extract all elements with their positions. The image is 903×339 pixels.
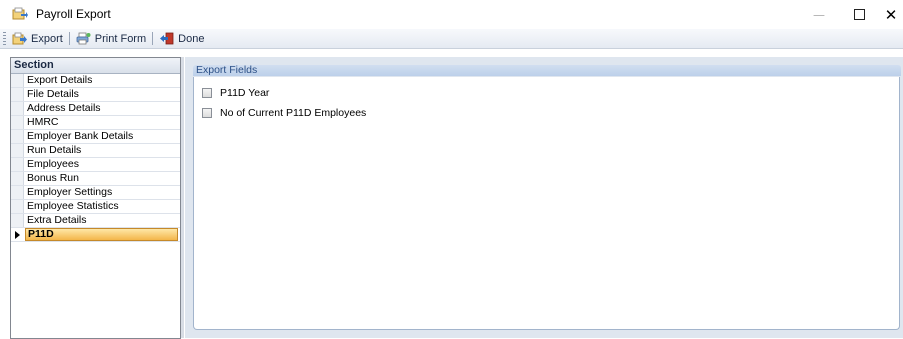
toolbar-grip[interactable] xyxy=(3,32,6,45)
minimize-icon: — xyxy=(813,7,825,22)
row-indicator xyxy=(11,158,24,171)
row-indicator xyxy=(11,74,24,87)
section-row-file-details[interactable]: File Details xyxy=(11,88,180,102)
section-row-hmrc[interactable]: HMRC xyxy=(11,116,180,130)
section-row-employer-bank-details[interactable]: Employer Bank Details xyxy=(11,130,180,144)
toolbar-separator xyxy=(68,32,70,45)
section-grid: Section Export Details File Details Addr… xyxy=(10,57,181,339)
row-indicator xyxy=(11,214,24,227)
close-button[interactable]: ✕ xyxy=(868,0,903,29)
row-indicator xyxy=(11,172,24,185)
row-indicator xyxy=(11,144,24,157)
p11d-year-label: P11D Year xyxy=(220,87,270,99)
done-button[interactable]: Done xyxy=(159,30,204,47)
export-fields-group: P11D Year No of Current P11D Employees xyxy=(193,77,900,330)
title-bar: Payroll Export — ✕ xyxy=(0,0,903,29)
maximize-icon xyxy=(853,9,865,20)
section-row-label: HMRC xyxy=(27,116,59,128)
toolbar-separator xyxy=(152,32,154,45)
done-label: Done xyxy=(178,32,205,45)
export-label: Export xyxy=(31,32,63,45)
row-indicator xyxy=(11,186,24,199)
current-p11d-employees-label: No of Current P11D Employees xyxy=(220,107,367,119)
section-row-extra-details[interactable]: Extra Details xyxy=(11,214,180,228)
section-row-label: Employer Settings xyxy=(27,186,113,198)
section-row-label: Employer Bank Details xyxy=(27,130,134,142)
section-row-address-details[interactable]: Address Details xyxy=(11,102,180,116)
section-row-label: Employee Statistics xyxy=(27,200,119,212)
section-row-p11d[interactable]: P11D xyxy=(11,228,180,242)
window-title: Payroll Export xyxy=(36,7,111,21)
row-indicator xyxy=(11,88,24,101)
section-row-label: Employees xyxy=(27,158,79,170)
current-row-arrow-icon xyxy=(15,231,20,239)
section-row-label: Bonus Run xyxy=(27,172,79,184)
row-indicator xyxy=(11,102,24,115)
row-indicator xyxy=(11,116,24,129)
section-column-header[interactable]: Section xyxy=(11,58,180,74)
section-row-employee-statistics[interactable]: Employee Statistics xyxy=(11,200,180,214)
section-row-label: File Details xyxy=(27,88,79,100)
export-app-icon xyxy=(12,7,28,21)
section-row-employees[interactable]: Employees xyxy=(11,158,180,172)
section-row-label: Extra Details xyxy=(27,214,87,226)
row-indicator xyxy=(11,228,24,241)
current-p11d-employees-field[interactable]: No of Current P11D Employees xyxy=(202,107,366,119)
toolbar: Export Print Form Done xyxy=(0,29,903,49)
row-indicator xyxy=(11,130,24,143)
print-form-button[interactable]: Print Form xyxy=(76,30,146,47)
export-fields-header: Export Fields xyxy=(193,65,901,76)
export-icon xyxy=(12,32,27,45)
section-row-employer-settings[interactable]: Employer Settings xyxy=(11,186,180,200)
p11d-year-checkbox[interactable] xyxy=(202,88,212,98)
p11d-year-field[interactable]: P11D Year xyxy=(202,87,269,99)
print-form-label: Print Form xyxy=(94,32,147,45)
current-p11d-employees-checkbox[interactable] xyxy=(202,108,212,118)
pane-splitter[interactable] xyxy=(181,57,184,338)
export-button[interactable]: Export xyxy=(12,30,63,47)
section-row-bonus-run[interactable]: Bonus Run xyxy=(11,172,180,186)
row-indicator xyxy=(11,200,24,213)
section-row-run-details[interactable]: Run Details xyxy=(11,144,180,158)
section-row-label: Address Details xyxy=(27,102,101,114)
print-icon xyxy=(76,32,91,45)
section-row-export-details[interactable]: Export Details xyxy=(11,74,180,88)
close-icon: ✕ xyxy=(884,5,898,24)
exit-door-icon xyxy=(160,32,174,45)
section-row-label: P11D xyxy=(25,228,178,241)
section-row-label: Export Details xyxy=(27,74,93,86)
section-row-label: Run Details xyxy=(27,144,82,156)
